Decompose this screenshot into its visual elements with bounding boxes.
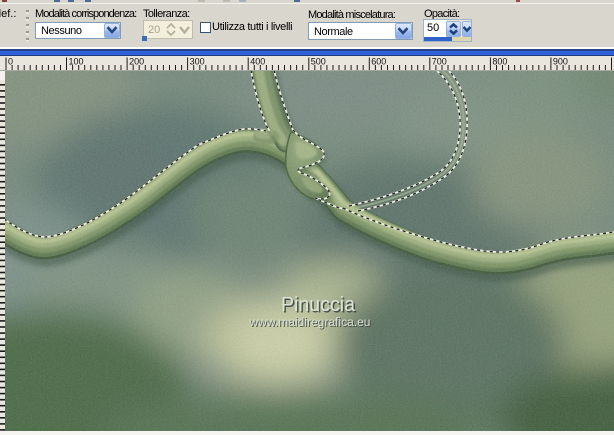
svg-text:500: 500: [311, 57, 326, 67]
svg-text:700: 700: [432, 57, 447, 67]
svg-text:600: 600: [371, 57, 386, 67]
svg-text:900: 900: [553, 57, 568, 67]
svg-text:300: 300: [190, 57, 205, 67]
svg-text:0: 0: [8, 57, 13, 67]
svg-text:400: 400: [250, 57, 265, 67]
svg-text:www.maidiregrafica.eu: www.maidiregrafica.eu: [248, 317, 370, 329]
svg-text:800: 800: [492, 57, 507, 67]
svg-text:100: 100: [69, 57, 84, 67]
svg-text:Pinuccia: Pinuccia: [281, 294, 356, 316]
svg-text:200: 200: [129, 57, 144, 67]
